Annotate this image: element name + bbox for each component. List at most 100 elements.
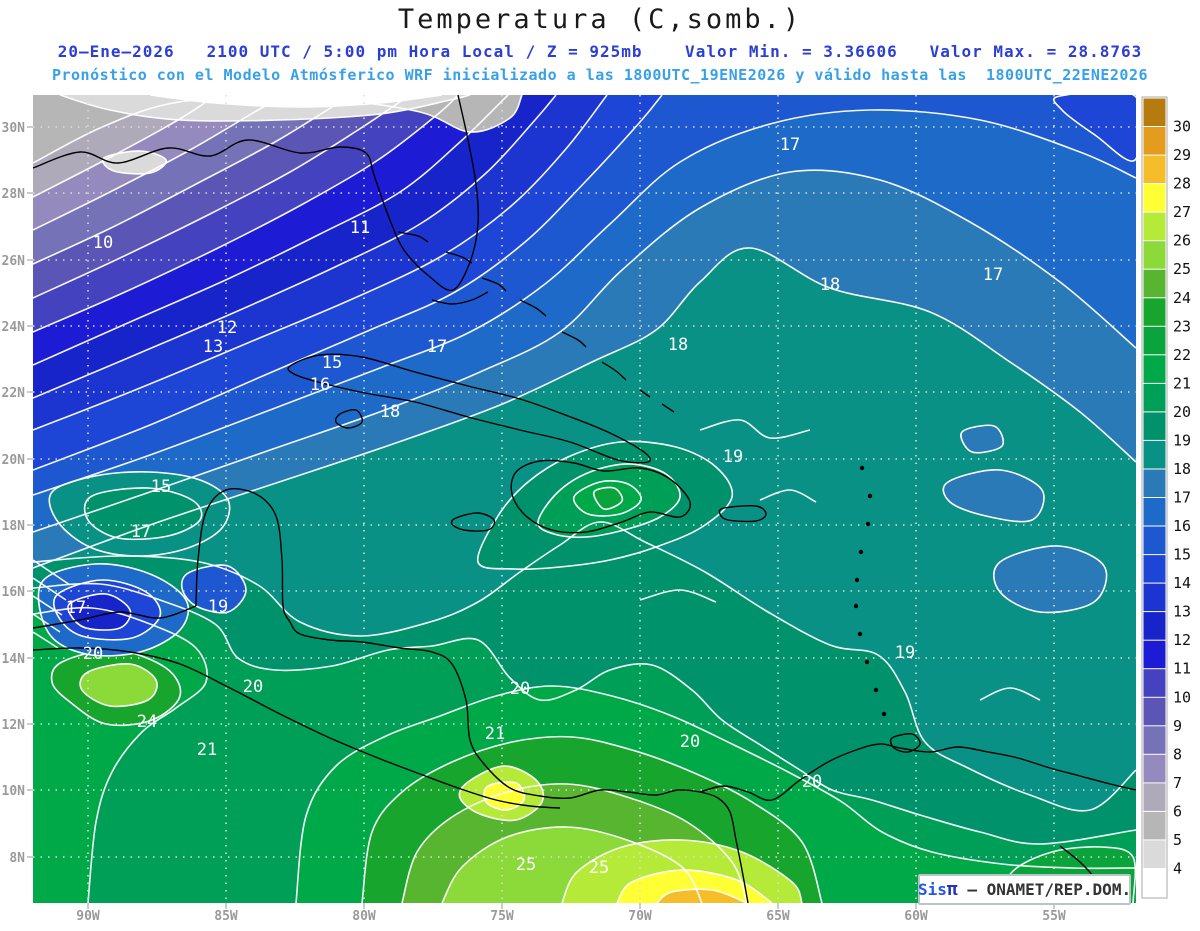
colorbar-label: 20	[1173, 403, 1191, 421]
colorbar-segment	[1142, 240, 1167, 271]
colorbar-segment	[1142, 753, 1167, 784]
brand-org: – ONAMET/REP.DOM.	[957, 880, 1132, 899]
colorbar-segment	[1142, 126, 1167, 156]
contour-label: 15	[322, 353, 342, 373]
colorbar-segment	[1142, 782, 1167, 813]
lon-tick-label: 55W	[1042, 909, 1066, 924]
contour-label: 17	[780, 135, 800, 155]
colorbar-label: 25	[1173, 260, 1191, 278]
colorbar-label: 13	[1173, 603, 1191, 621]
colorbar-label: 28	[1173, 175, 1191, 193]
contour-map-svg: 1011121315161718151717201924211717181819…	[2, 95, 1191, 924]
contour-label: 18	[820, 275, 840, 295]
lon-tick-label: 60W	[904, 909, 928, 924]
contour-label: 20	[680, 732, 700, 752]
contour-label: 10	[93, 233, 113, 253]
lat-tick-label: 24N	[2, 320, 26, 335]
brand-sis: Sis	[917, 880, 947, 899]
page-title: Temperatura (C,somb.)	[397, 4, 803, 35]
model-info-line: Pronóstico con el Modelo Atmósferico WRF…	[51, 66, 1149, 84]
colorbar-label: 19	[1173, 431, 1191, 449]
contour-label: 16	[310, 375, 330, 395]
contour-label: 12	[217, 318, 237, 338]
colorbar-label: 24	[1173, 289, 1191, 307]
contour-label: 21	[485, 724, 505, 744]
colorbar-segment	[1142, 325, 1167, 356]
contour-label: 17	[983, 265, 1003, 285]
colorbar-label: 9	[1173, 717, 1182, 735]
lat-tick-label: 14N	[2, 652, 26, 667]
colorbar-segment	[1142, 297, 1167, 328]
contour-label: 17	[427, 337, 447, 357]
colorbar-label: 12	[1173, 631, 1191, 649]
colorbar-label: 14	[1173, 574, 1191, 592]
contour-label: 25	[516, 855, 536, 875]
colorbar-segment	[1142, 154, 1167, 185]
lat-tick-label: 8N	[9, 851, 25, 866]
map-field: 1011121315161718151717201924211717181819…	[33, 95, 1136, 903]
contour-label: 20	[83, 644, 103, 664]
lat-tick-label: 10N	[2, 784, 26, 799]
colorbar-label: 29	[1173, 146, 1191, 164]
colorbar-label: 15	[1173, 546, 1191, 564]
contour-label: 13	[203, 337, 223, 357]
contour-label: 20	[243, 677, 263, 697]
lon-tick-label: 90W	[76, 909, 100, 924]
lat-tick-label: 16N	[2, 585, 26, 600]
contour-label: 11	[350, 218, 370, 238]
contour-label: 17	[66, 598, 86, 618]
colorbar-label: 17	[1173, 489, 1191, 507]
contour-label: 18	[380, 402, 400, 422]
colorbar-segment	[1142, 696, 1167, 727]
lon-tick-label: 70W	[628, 909, 652, 924]
colorbar-segment	[1142, 868, 1167, 898]
colorbar-label: 4	[1173, 860, 1182, 878]
colorbar-segment	[1142, 439, 1167, 470]
contour-label: 19	[208, 597, 228, 617]
colorbar-segment	[1142, 525, 1167, 556]
colorbar-segment	[1142, 611, 1167, 642]
colorbar-segment	[1142, 354, 1167, 385]
lon-tick-label: 80W	[352, 909, 376, 924]
contour-label: 18	[668, 335, 688, 355]
colorbar-label: 6	[1173, 802, 1182, 820]
lat-tick-label: 20N	[2, 453, 26, 468]
contour-label: 17	[131, 522, 151, 542]
contour-label: 20	[802, 772, 822, 792]
weather-map: 10 11 12 13 15 16 17 18 15 17 17 20 19 24 21 17 17 18 18 19…	[0, 0, 1200, 927]
branding-box: Sis π – ONAMET/REP.DOM.	[918, 874, 1131, 905]
contour-label: 24	[137, 712, 157, 732]
colorbar-segment	[1142, 382, 1167, 413]
lat-tick-label: 22N	[2, 386, 26, 401]
colorbar-segment	[1142, 582, 1167, 613]
colorbar-segment	[1142, 554, 1167, 585]
colorbar-label: 16	[1173, 517, 1191, 535]
colorbar-segment	[1142, 268, 1167, 299]
colorbar-label: 21	[1173, 374, 1191, 392]
colorbar-segment	[1142, 725, 1167, 756]
colorbar-label: 23	[1173, 317, 1191, 335]
colorbar-segment	[1142, 497, 1167, 527]
colorbar-segment	[1142, 810, 1167, 841]
colorbar-label: 18	[1173, 460, 1191, 478]
colorbar-label: 22	[1173, 346, 1191, 364]
colorbar-segment	[1142, 839, 1167, 870]
colorbar-segment	[1142, 639, 1167, 670]
colorbar-label: 30	[1173, 118, 1191, 136]
lat-tick-label: 26N	[2, 254, 26, 269]
colorbar-segment	[1142, 97, 1167, 128]
valid-time-line: 20–Ene–2026 2100 UTC / 5:00 pm Hora Loca…	[57, 42, 1143, 61]
lat-tick-label: 28N	[2, 187, 26, 202]
lat-tick-label: 12N	[2, 718, 26, 733]
contour-label: 25	[589, 858, 609, 878]
contour-label: 21	[197, 740, 217, 760]
lon-tick-label: 75W	[490, 909, 514, 924]
colorbar: 30 29 28 27 26 25 24 23 22 21 20 19 18 17 16 15 14 13 12 11…	[1141, 96, 1191, 899]
colorbar-segment	[1142, 211, 1167, 242]
colorbar-segment	[1142, 468, 1167, 499]
colorbar-label: 7	[1173, 774, 1182, 792]
colorbar-label: 27	[1173, 203, 1191, 221]
colorbar-label: 11	[1173, 660, 1191, 678]
colorbar-segment	[1142, 411, 1167, 442]
lat-tick-label: 18N	[2, 519, 26, 534]
